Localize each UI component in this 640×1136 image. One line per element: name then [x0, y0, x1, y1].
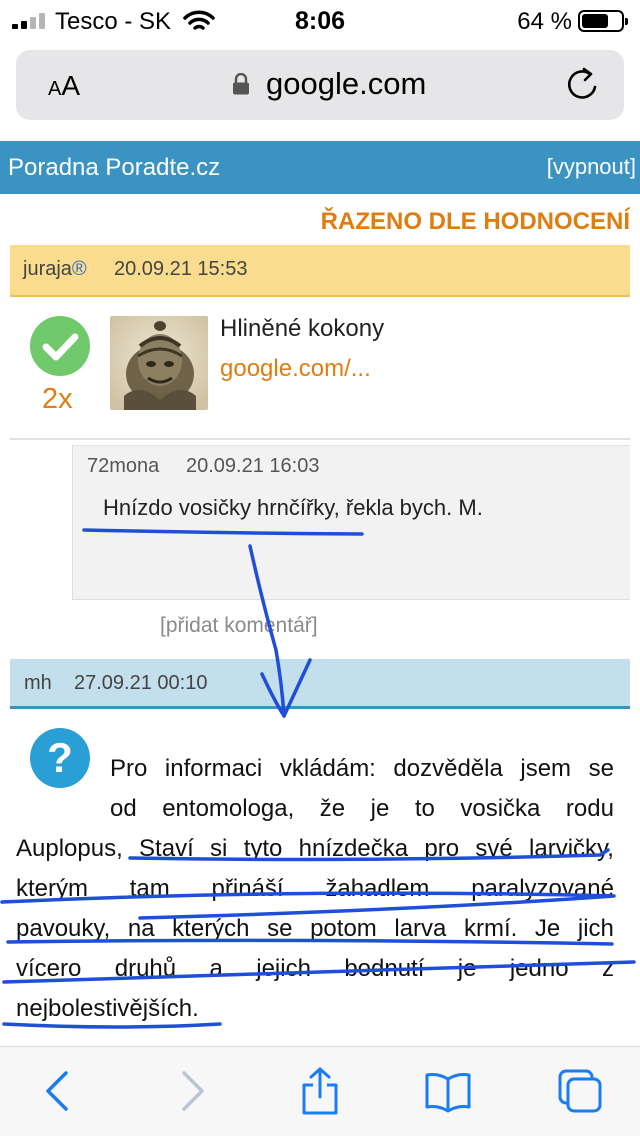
- comment: 72mona 20.09.21 16:03 Hnízdo vosičky hrn…: [72, 445, 630, 600]
- answer-text-line: nejbolestivějších.: [16, 995, 199, 1022]
- browser-toolbar: [0, 1047, 640, 1136]
- tabs-icon[interactable]: [556, 1067, 604, 1115]
- site-title[interactable]: Poradna Poradte.cz: [8, 154, 220, 182]
- add-comment-link[interactable]: [přidat komentář]: [160, 614, 318, 638]
- back-icon[interactable]: [34, 1067, 82, 1115]
- accepted-check-icon[interactable]: [30, 316, 90, 376]
- address-bar[interactable]: AA google.com: [16, 50, 624, 120]
- answer-header: juraja® 20.09.21 15:53: [10, 245, 630, 297]
- comment-author[interactable]: 72mona: [87, 455, 159, 478]
- answer-text-line: Pro informaci vkládám: dozvěděla jsem se: [110, 755, 614, 782]
- url-host[interactable]: google.com: [266, 66, 426, 102]
- question-icon: ?: [30, 728, 90, 788]
- site-header: Poradna Poradte.cz [vypnout]: [0, 141, 640, 194]
- divider: [10, 438, 630, 440]
- answer-link[interactable]: google.com/...: [220, 355, 371, 383]
- answer-text-line: Auplopus, Staví si tyto hnízdečka pro své larvi…: [16, 835, 614, 862]
- answer-header: mh 27.09.21 00:10: [10, 659, 630, 709]
- answer-date: 20.09.21 15:53: [114, 258, 248, 280]
- status-bar: Tesco - SK 8:06 64 %: [0, 0, 640, 42]
- answer-text-line: od entomologa, že je to vosička rodu: [110, 795, 614, 822]
- sort-label: ŘAZENO DLE HODNOCENÍ: [320, 208, 630, 235]
- comment-date: 20.09.21 16:03: [186, 455, 320, 477]
- answer-title: Hliněné kokony: [220, 315, 385, 342]
- share-icon[interactable]: [296, 1067, 344, 1115]
- reload-icon[interactable]: [566, 67, 600, 103]
- text-size-button[interactable]: AA: [48, 70, 80, 102]
- bookmarks-icon[interactable]: [424, 1067, 472, 1115]
- answer-date: 27.09.21 00:10: [74, 672, 208, 694]
- battery-icon: [578, 10, 628, 32]
- answer-author[interactable]: juraja®: [23, 258, 87, 281]
- answer-text-line: vícero druhů a jejich bodnutí je jedno z: [16, 955, 614, 982]
- answer-text-line: kterým tam přináší žahadlem paralyzované: [16, 875, 614, 902]
- underline-stroke: [2, 1022, 222, 1029]
- comment-text: Hnízdo vosičky hrnčířky, řekla bych. M.: [103, 495, 483, 520]
- registered-mark: ®: [71, 258, 87, 280]
- forward-icon[interactable]: [168, 1067, 216, 1115]
- lock-icon: [233, 73, 249, 95]
- answer-text-line: pavouky, na kterých se potom larva krmí. Je jich: [16, 915, 614, 942]
- vote-count: 2x: [42, 383, 73, 415]
- answer-author[interactable]: mh: [24, 672, 52, 695]
- disable-link[interactable]: [vypnout]: [547, 154, 636, 180]
- answer-thumbnail[interactable]: [110, 316, 208, 410]
- battery-percent: 64 %: [517, 8, 572, 35]
